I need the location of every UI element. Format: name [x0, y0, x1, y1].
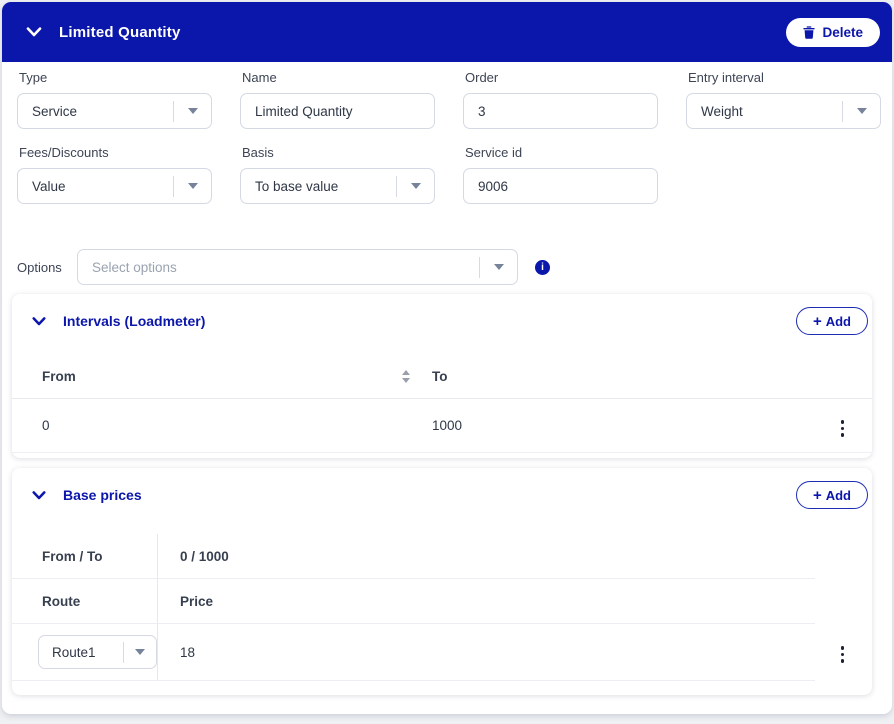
from-to-value-cell: 0 / 1000 — [158, 534, 815, 578]
collapse-chevron-icon[interactable] — [26, 27, 42, 37]
name-input[interactable] — [240, 93, 435, 129]
entry-interval-select-value: Weight — [701, 103, 743, 119]
intervals-table-header: From To — [12, 369, 872, 399]
plus-icon: + — [812, 312, 822, 330]
field-order: Order — [463, 70, 658, 129]
field-service-id: Service id — [463, 145, 658, 204]
base-prices-panel-header: Base prices + Add — [12, 468, 872, 509]
route-select[interactable]: Route1 — [38, 635, 157, 669]
route-label-cell: Route — [12, 579, 158, 623]
interval-from-cell: 0 — [42, 418, 410, 433]
base-price-row-menu-kebab-icon[interactable] — [839, 644, 847, 665]
price-label-cell: Price — [158, 579, 815, 623]
from-to-label: From / To — [42, 548, 103, 564]
field-label-fees-discounts: Fees/Discounts — [19, 145, 109, 160]
base-prices-panel: Base prices + Add From / To 0 / 1000 Rou… — [12, 468, 872, 695]
add-interval-button[interactable]: + Add — [795, 307, 868, 335]
from-column-header[interactable]: From — [42, 369, 410, 384]
chevron-down-icon — [843, 108, 880, 114]
chevron-down-icon — [124, 649, 156, 655]
field-basis: Basis To base value — [240, 145, 435, 204]
route-select-value: Route1 — [52, 644, 96, 660]
trash-icon — [803, 25, 816, 39]
field-label-entry-interval: Entry interval — [688, 70, 764, 85]
chevron-down-icon — [480, 264, 517, 270]
add-base-price-button[interactable]: + Add — [795, 481, 868, 509]
delete-button[interactable]: Delete — [786, 17, 880, 47]
fees-discounts-select-value: Value — [32, 178, 66, 194]
field-label-basis: Basis — [242, 145, 274, 160]
base-prices-panel-title: Base prices — [63, 487, 142, 503]
page-title: Limited Quantity — [59, 23, 181, 41]
field-label-service-id: Service id — [465, 145, 523, 160]
form-grid: Type Service Name Order Entry interval W… — [17, 70, 881, 204]
options-multiselect[interactable]: Select options — [77, 249, 518, 285]
route-column-label: Route — [42, 593, 81, 609]
interval-from-value: 0 — [42, 418, 50, 433]
field-fees-discounts: Fees/Discounts Value — [17, 145, 212, 204]
add-base-price-label: Add — [825, 487, 851, 503]
fees-discounts-select[interactable]: Value — [17, 168, 212, 204]
field-type: Type Service — [17, 70, 212, 129]
intervals-panel-header: Intervals (Loadmeter) + Add — [12, 294, 872, 335]
sort-icon[interactable] — [402, 370, 410, 383]
chevron-down-icon — [174, 108, 211, 114]
limited-quantity-card: Limited Quantity Delete Type Service Nam… — [2, 2, 892, 714]
price-value: 18 — [180, 644, 196, 660]
type-select-value: Service — [32, 103, 78, 119]
add-interval-label: Add — [825, 313, 851, 329]
plus-icon: + — [812, 486, 822, 504]
options-placeholder: Select options — [92, 259, 177, 275]
from-to-label-cell: From / To — [12, 534, 158, 578]
to-column-header[interactable]: To — [432, 369, 448, 384]
card-header: Limited Quantity Delete — [2, 2, 892, 62]
from-to-row: From / To 0 / 1000 — [12, 534, 815, 579]
intervals-panel: Intervals (Loadmeter) + Add From To 0 10… — [12, 294, 872, 458]
from-column-label: From — [42, 369, 76, 384]
delete-button-label: Delete — [822, 24, 863, 40]
field-name: Name — [240, 70, 435, 129]
route-price-header-row: Route Price — [12, 579, 815, 624]
entry-interval-select[interactable]: Weight — [686, 93, 881, 129]
interval-row-menu-kebab-icon[interactable] — [839, 418, 847, 439]
field-label-order: Order — [465, 70, 499, 85]
price-column-label: Price — [180, 593, 214, 609]
field-label-name: Name — [242, 70, 277, 85]
interval-to-value: 1000 — [432, 418, 463, 433]
service-id-input[interactable] — [463, 168, 658, 204]
type-select[interactable]: Service — [17, 93, 212, 129]
base-price-row: Route1 18 — [12, 624, 815, 681]
form-area: Type Service Name Order Entry interval W… — [2, 62, 892, 285]
price-value-cell: 18 — [158, 624, 815, 680]
field-label-type: Type — [19, 70, 48, 85]
route-select-cell: Route1 — [12, 624, 158, 680]
options-label: Options — [17, 259, 62, 275]
collapse-chevron-icon[interactable] — [32, 490, 46, 500]
basis-select[interactable]: To base value — [240, 168, 435, 204]
options-row: Options Select options i — [17, 249, 878, 285]
interval-table-row: 0 1000 — [12, 399, 872, 453]
intervals-panel-title: Intervals (Loadmeter) — [63, 313, 206, 329]
base-prices-table: From / To 0 / 1000 Route Price Route1 18 — [12, 534, 815, 681]
info-icon[interactable]: i — [535, 259, 550, 275]
collapse-chevron-icon[interactable] — [32, 316, 46, 326]
order-input[interactable] — [463, 93, 658, 129]
chevron-down-icon — [397, 183, 434, 189]
from-to-value: 0 / 1000 — [180, 548, 229, 564]
field-entry-interval: Entry interval Weight — [686, 70, 881, 129]
chevron-down-icon — [174, 183, 211, 189]
basis-select-value: To base value — [255, 178, 339, 194]
